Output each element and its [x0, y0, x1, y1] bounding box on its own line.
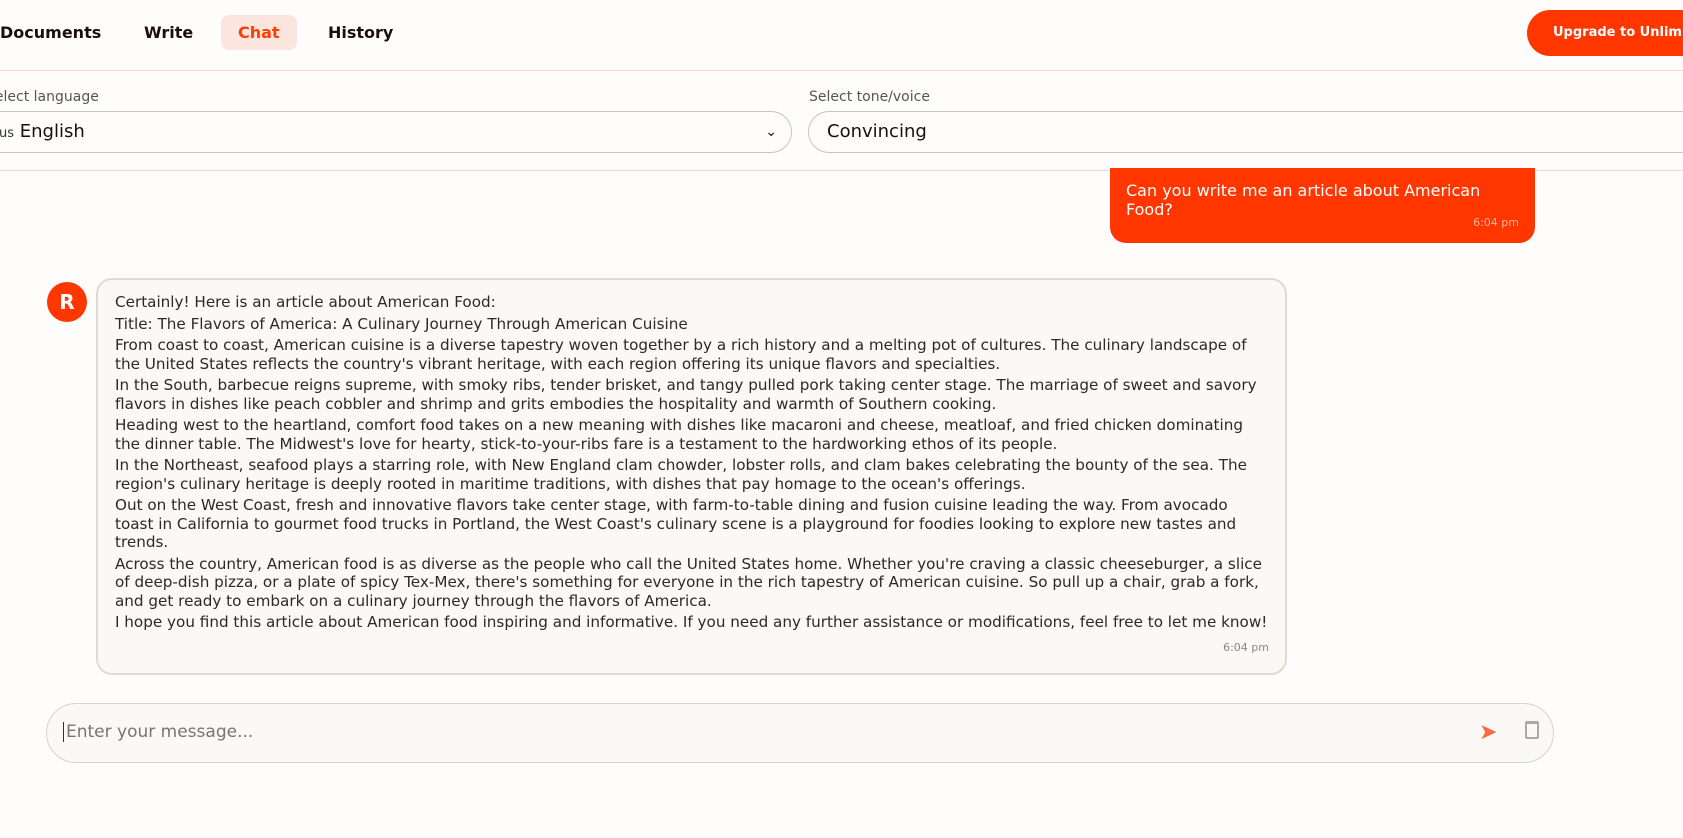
tone-select[interactable]: Convincing	[808, 111, 1683, 153]
bot-paragraph: In the Northeast, seafood plays a starri…	[115, 456, 1247, 493]
user-message: Can you write me an article about Americ…	[1110, 168, 1535, 243]
message-input[interactable]	[63, 722, 1443, 742]
tab-chat[interactable]: Chat	[221, 15, 297, 50]
bot-paragraph: Out on the West Coast, fresh and innovat…	[115, 496, 1237, 551]
bot-paragraph: From coast to coast, American cuisine is…	[115, 336, 1247, 373]
top-nav: Documents Write Chat History Upgrade to …	[0, 0, 1683, 71]
trash-icon[interactable]	[1525, 721, 1539, 739]
tab-write[interactable]: Write	[127, 15, 210, 50]
tab-documents[interactable]: Documents	[0, 15, 118, 50]
bot-avatar: R	[47, 282, 87, 322]
user-message-text: Can you write me an article about Americ…	[1126, 181, 1481, 219]
bot-paragraph: Certainly! Here is an article about Amer…	[115, 293, 496, 311]
bot-paragraph: I hope you find this article about Ameri…	[115, 613, 1268, 631]
flag-us-icon: us	[0, 126, 15, 141]
chevron-down-icon: ⌄	[765, 124, 777, 140]
language-label: Select language	[0, 89, 99, 105]
language-value: English	[19, 121, 85, 142]
bot-paragraph: Heading west to the heartland, comfort f…	[115, 416, 1243, 453]
message-composer: ➤	[46, 703, 1554, 763]
bot-message-time: 6:04 pm	[1223, 640, 1269, 654]
tone-value: Convincing	[827, 121, 927, 142]
bot-message: Certainly! Here is an article about Amer…	[96, 278, 1287, 675]
bot-paragraph: Title: The Flavors of America: A Culinar…	[115, 314, 688, 333]
send-icon[interactable]: ➤	[1479, 720, 1497, 745]
bot-paragraph: Across the country, American food is as …	[115, 554, 1262, 610]
tone-label: Select tone/voice	[809, 89, 930, 105]
user-message-time: 6:04 pm	[1473, 216, 1519, 229]
upgrade-button[interactable]: Upgrade to Unlimited	[1527, 10, 1683, 56]
bot-paragraph: In the South, barbecue reigns supreme, w…	[115, 376, 1257, 413]
tab-history[interactable]: History	[311, 15, 410, 50]
language-select[interactable]: us English ⌄	[0, 111, 792, 153]
